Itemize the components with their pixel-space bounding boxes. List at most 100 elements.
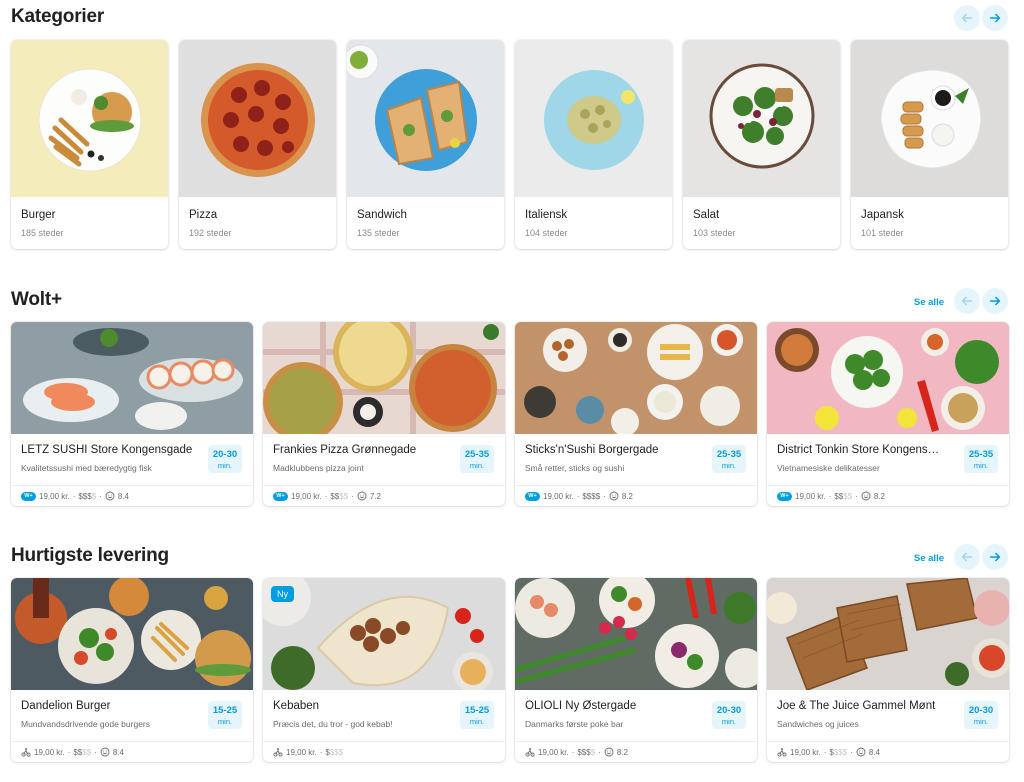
- divider: [11, 741, 253, 742]
- price-level-active: $$: [330, 491, 340, 501]
- rating: 8.4: [112, 747, 124, 757]
- venue-name: District Tonkin Store Kongens…: [777, 444, 940, 456]
- price-level-active: $$: [834, 491, 844, 501]
- price-level-active: $$$: [78, 491, 92, 501]
- venue-name: Kebaben: [273, 700, 320, 712]
- venue-meta: 19,00 kr. · $$$$ · 8.4: [21, 746, 124, 758]
- category-name: Pizza: [189, 209, 218, 221]
- eta-range: 25-35: [968, 449, 994, 460]
- price-level-inactive: $$$: [329, 747, 344, 757]
- fastest-delivery-header: Hurtigste levering Se alle: [0, 539, 1024, 573]
- smiley-icon: [856, 747, 866, 757]
- see-all-link[interactable]: Se alle: [914, 553, 944, 564]
- rating: 8.4: [117, 491, 129, 501]
- scroll-left-button[interactable]: [954, 288, 980, 314]
- venue-image: [515, 322, 757, 434]
- venue-image: Ny: [263, 578, 505, 690]
- smiley-icon: [105, 491, 115, 501]
- new-badge: Ny: [271, 586, 294, 602]
- separator: ·: [99, 491, 102, 501]
- wolt-plus-badge-icon: W+: [273, 491, 288, 501]
- separator: ·: [324, 491, 328, 501]
- delivery-fee: 19,00 kr.: [291, 491, 322, 501]
- venue-card[interactable]: Dandelion Burger Mundvandsdrivende gode …: [11, 578, 253, 762]
- divider: [767, 741, 1009, 742]
- see-all-link[interactable]: Se alle: [914, 297, 944, 308]
- arrow-left-icon: [961, 552, 973, 562]
- venue-image: [11, 322, 253, 434]
- price-level: $$$$: [73, 748, 91, 757]
- venue-card[interactable]: Ny Kebaben Præcis det, du tror - god keb…: [263, 578, 505, 762]
- price-level: $$$$: [325, 748, 343, 757]
- arrow-right-icon: [989, 552, 1001, 562]
- venue-list: LETZ SUSHI Store Kongensgade Kvalitetssu…: [11, 322, 1011, 512]
- venue-description: Sandwiches og juices: [777, 719, 859, 729]
- rating: 8.2: [873, 491, 885, 501]
- delivery-fee: 19,00 kr.: [795, 491, 826, 501]
- category-card-italiensk[interactable]: Italiensk 104 steder: [515, 40, 672, 249]
- venue-description: Mundvandsdrivende gode burgers: [21, 719, 151, 729]
- separator: ·: [603, 491, 606, 501]
- delivery-time-badge: 20-30 min.: [712, 701, 746, 729]
- category-count: 101 steder: [861, 228, 904, 238]
- category-image: [515, 40, 672, 197]
- venue-list: Dandelion Burger Mundvandsdrivende gode …: [11, 578, 1011, 768]
- venue-name: OLIOLI Ny Østergade: [525, 700, 637, 712]
- venue-card[interactable]: Sticks'n'Sushi Borgergade Små retter, st…: [515, 322, 757, 506]
- delivery-fee: 19,00 kr.: [39, 491, 70, 501]
- eta-range: 15-25: [212, 705, 238, 716]
- venue-image: [11, 578, 253, 690]
- category-count: 104 steder: [525, 228, 568, 238]
- venue-description: Madklubbens pizza joint: [273, 463, 364, 473]
- scroll-left-button[interactable]: [954, 544, 980, 570]
- category-card-salat[interactable]: Salat 103 steder: [683, 40, 840, 249]
- eta-range: 20-30: [968, 705, 994, 716]
- smiley-icon: [861, 491, 871, 501]
- eta-range: 15-25: [464, 705, 490, 716]
- venue-image: [515, 578, 757, 690]
- scroll-right-button[interactable]: [982, 544, 1008, 570]
- category-count: 185 steder: [21, 228, 64, 238]
- venue-description: Danmarks første poke bar: [525, 719, 624, 729]
- wolt-plus-badge-icon: W+: [777, 491, 792, 501]
- rating: 8.2: [621, 491, 633, 501]
- rating: 7.2: [369, 491, 381, 501]
- category-card-sandwich[interactable]: Sandwich 135 steder: [347, 40, 504, 249]
- delivery-time-badge: 15-25 min.: [460, 701, 494, 729]
- scroll-right-button[interactable]: [982, 288, 1008, 314]
- venue-card[interactable]: District Tonkin Store Kongens… Vietnames…: [767, 322, 1009, 506]
- category-count: 103 steder: [693, 228, 736, 238]
- separator: ·: [351, 491, 354, 501]
- category-card-japansk[interactable]: Japansk 101 steder: [851, 40, 1008, 249]
- scroll-left-button[interactable]: [954, 5, 980, 31]
- price-level-inactive: $: [91, 491, 97, 501]
- smiley-icon: [604, 747, 614, 757]
- venue-meta: W+ 19,00 kr. · $$$$ · 7.2: [273, 490, 381, 502]
- category-card-burger[interactable]: Burger 185 steder: [11, 40, 168, 249]
- separator: ·: [598, 747, 601, 757]
- category-image: [347, 40, 504, 197]
- venue-image: [767, 578, 1009, 690]
- price-level-inactive: $$: [843, 491, 853, 501]
- category-image: [179, 40, 336, 197]
- rating: 8.4: [868, 747, 880, 757]
- category-name: Sandwich: [357, 209, 407, 221]
- venue-card[interactable]: OLIOLI Ny Østergade Danmarks første poke…: [515, 578, 757, 762]
- venue-description: Kvalitetssushi med bæredygtig fisk: [21, 463, 152, 473]
- delivery-fee: 19,00 kr.: [538, 747, 569, 757]
- category-card-pizza[interactable]: Pizza 192 steder: [179, 40, 336, 249]
- venue-card[interactable]: Frankies Pizza Grønnegade Madklubbens pi…: [263, 322, 505, 506]
- price-level: $$$$: [582, 492, 600, 501]
- arrow-right-icon: [989, 296, 1001, 306]
- eta-range: 20-30: [716, 705, 742, 716]
- venue-name: Dandelion Burger: [21, 700, 111, 712]
- venue-card[interactable]: Joe & The Juice Gammel Mønt Sandwiches o…: [767, 578, 1009, 762]
- arrow-right-icon: [989, 13, 1001, 23]
- courier-icon: [273, 748, 283, 757]
- courier-icon: [525, 748, 535, 757]
- scroll-right-button[interactable]: [982, 5, 1008, 31]
- category-count: 192 steder: [189, 228, 232, 238]
- delivery-time-badge: 15-25 min.: [208, 701, 242, 729]
- price-level: $$$$: [829, 748, 847, 757]
- venue-card[interactable]: LETZ SUSHI Store Kongensgade Kvalitetssu…: [11, 322, 253, 506]
